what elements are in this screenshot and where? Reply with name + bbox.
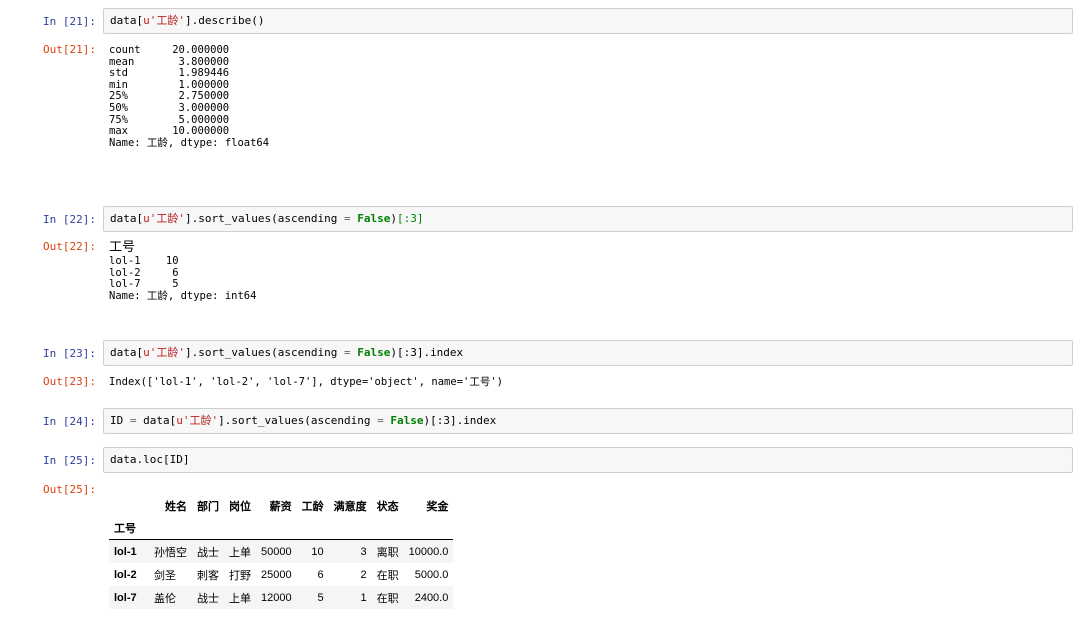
in-prompt-22: In [22]:	[43, 213, 96, 226]
code-operator: =	[129, 414, 137, 427]
cell-role: 打野	[229, 569, 251, 582]
code-text: ID	[110, 414, 130, 427]
code-keyword: False	[357, 212, 391, 225]
code-text: ].sort_values(ascending	[185, 212, 344, 225]
code-cell-21[interactable]: data[u'工龄'].describe()	[103, 8, 1073, 34]
in-prompt-25: In [25]:	[43, 454, 96, 467]
output-line: Name: 工龄, dtype: float64	[109, 136, 270, 149]
column-header: 状态	[376, 501, 399, 513]
cell-tenure: 5	[317, 591, 324, 604]
code-text: ].sort_values(ascending	[185, 346, 344, 359]
code-cell-25[interactable]: data.loc[ID]	[103, 447, 1073, 473]
code-cell-23[interactable]: data[u'工龄'].sort_values(ascending = Fals…	[103, 340, 1073, 366]
cell-status: 离职	[376, 546, 399, 559]
output-line: 工号	[109, 240, 136, 255]
code-keyword: False	[357, 346, 391, 359]
output-line: lol-1 10	[109, 255, 179, 267]
index-name-row: 工号	[109, 517, 454, 540]
column-header: 部门	[197, 501, 219, 513]
code-operator: =	[343, 346, 351, 359]
table-row: lol-7 盖伦 战士 上单 12000 5 1 在职 2400.0	[109, 586, 454, 609]
cell-bonus: 2400.0	[414, 591, 449, 604]
cell-role: 上单	[229, 546, 251, 559]
dataframe-table: 姓名 部门 岗位 薪资 工龄 满意度 状态 奖金 工号 lol-1 孙悟空 战士…	[109, 495, 454, 609]
cell-salary: 25000	[261, 568, 292, 581]
output-23: Index(['lol-1', 'lol-2', 'lol-7'], dtype…	[109, 375, 503, 389]
row-index: lol-1	[114, 545, 137, 558]
cell-status: 在职	[376, 592, 399, 605]
code-string: u'工龄'	[143, 346, 185, 359]
cell-dept: 刺客	[197, 569, 219, 582]
cell-satisfaction: 2	[360, 568, 367, 581]
code-keyword: False	[390, 414, 424, 427]
in-prompt-21: In [21]:	[43, 15, 96, 28]
column-header: 岗位	[229, 501, 251, 513]
code-text: data[	[136, 414, 177, 427]
code-text: ].describe()	[185, 14, 265, 27]
corner-cell	[109, 495, 149, 517]
code-cell-24[interactable]: ID = data[u'工龄'].sort_values(ascending =…	[103, 408, 1073, 434]
cell-dept: 战士	[197, 546, 219, 559]
output-21: count 20.000000 mean 3.800000 std 1.989446…	[109, 44, 270, 149]
output-line: 50% 3.000000	[109, 101, 230, 114]
code-string: u'工龄'	[176, 414, 219, 427]
output-22: 工号 lol-1 10 lol-2 6 lol-7 5 Name: 工龄, dtype:…	[109, 240, 256, 302]
code-string: u'工龄'	[143, 212, 185, 225]
cell-dept: 战士	[197, 592, 219, 605]
cell-tenure: 10	[311, 545, 324, 558]
code-cell-22[interactable]: data[u'工龄'].sort_values(ascending = Fals…	[103, 206, 1073, 232]
column-header: 薪资	[269, 501, 292, 513]
cell-bonus: 10000.0	[408, 545, 449, 558]
cell-name: 孙悟空	[154, 546, 187, 559]
index-name: 工号	[109, 517, 149, 540]
in-prompt-24: In [24]:	[43, 415, 96, 428]
code-slice: [:3]	[396, 212, 424, 225]
cell-bonus: 5000.0	[414, 568, 449, 581]
cell-role: 上单	[229, 592, 251, 605]
output-line: Index(['lol-1', 'lol-2', 'lol-7'], dtype…	[109, 376, 503, 388]
row-index: lol-2	[114, 568, 137, 581]
column-header: 奖金	[426, 501, 449, 513]
code-text: data[	[110, 212, 144, 225]
code-text: ].sort_values(ascending	[218, 414, 378, 427]
table-row: lol-2 剑圣 刺客 打野 25000 6 2 在职 5000.0	[109, 563, 453, 586]
cell-name: 剑圣	[154, 569, 176, 582]
cell-name: 盖伦	[154, 592, 176, 605]
out-prompt-25: Out[25]:	[43, 483, 96, 496]
in-prompt-23: In [23]:	[43, 347, 96, 360]
code-text: data[	[110, 14, 144, 27]
column-header: 姓名	[165, 501, 187, 513]
output-line: count 20.000000	[109, 44, 230, 56]
code-operator: =	[377, 414, 384, 427]
code-string: u'工龄'	[143, 14, 185, 27]
row-index: lol-7	[114, 591, 137, 604]
cell-satisfaction: 1	[360, 591, 367, 604]
cell-salary: 12000	[261, 591, 292, 604]
column-header-row: 姓名 部门 岗位 薪资 工龄 满意度 状态 奖金	[109, 495, 453, 517]
output-line: max 10.000000	[109, 125, 230, 138]
code-text: )[:3].index	[390, 346, 464, 359]
column-header: 满意度	[333, 501, 367, 513]
table-row: lol-1 孙悟空 战士 上单 50000 10 3 离职 10000.0	[109, 539, 454, 563]
code-text: data.loc[ID]	[110, 453, 190, 466]
out-prompt-23: Out[23]:	[43, 375, 96, 388]
cell-tenure: 6	[317, 568, 324, 581]
code-text: )[:3].index	[423, 414, 497, 427]
out-prompt-22: Out[22]:	[43, 240, 96, 253]
code-text: data[	[110, 346, 144, 359]
code-operator: =	[343, 212, 351, 225]
output-line: Name: 工龄, dtype: int64	[109, 289, 257, 302]
cell-status: 在职	[376, 569, 399, 582]
out-prompt-21: Out[21]:	[43, 43, 96, 56]
code-text: )	[390, 212, 397, 225]
cell-satisfaction: 3	[360, 545, 367, 558]
cell-salary: 50000	[261, 545, 292, 558]
column-header: 工龄	[301, 501, 324, 513]
